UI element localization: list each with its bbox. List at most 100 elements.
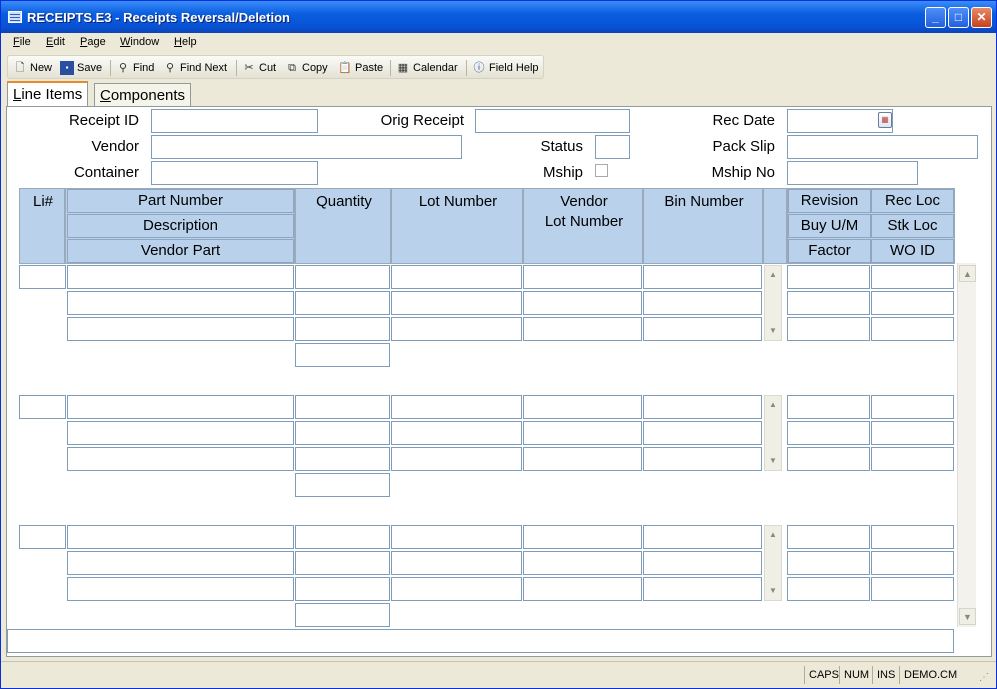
quantity-cell[interactable] xyxy=(295,473,390,497)
lot-number-cell[interactable] xyxy=(391,525,522,549)
quantity-cell[interactable] xyxy=(295,577,390,601)
loc-cell[interactable] xyxy=(871,421,954,445)
quantity-cell[interactable] xyxy=(295,395,390,419)
minimize-button[interactable]: _ xyxy=(925,7,946,28)
row-up-icon[interactable]: ▲ xyxy=(765,398,781,412)
revision-cell[interactable] xyxy=(787,551,870,575)
scroll-down-icon[interactable]: ▼ xyxy=(959,608,976,625)
row-scroller[interactable]: ▲ ▼ xyxy=(764,395,782,471)
loc-cell[interactable] xyxy=(871,317,954,341)
lot-number-cell[interactable] xyxy=(391,317,522,341)
field-help-button[interactable]: ⓘ Field Help xyxy=(472,59,539,76)
row-down-icon[interactable]: ▼ xyxy=(765,584,781,598)
tab-components[interactable]: Components xyxy=(94,83,192,108)
revision-cell[interactable] xyxy=(787,395,870,419)
calendar-button[interactable]: ▦ Calendar xyxy=(396,59,458,76)
lot-number-cell[interactable] xyxy=(391,265,522,289)
bin-number-cell[interactable] xyxy=(643,421,762,445)
vendor-lot-cell[interactable] xyxy=(523,395,642,419)
pack-slip-input[interactable] xyxy=(787,135,978,159)
menu-edit[interactable]: Edit xyxy=(46,36,65,48)
menu-help[interactable]: Help xyxy=(174,36,197,48)
revision-cell[interactable] xyxy=(787,525,870,549)
menu-page[interactable]: Page xyxy=(80,36,106,48)
maximize-button[interactable]: □ xyxy=(948,7,969,28)
vendor-lot-cell[interactable] xyxy=(523,551,642,575)
message-line-input[interactable] xyxy=(7,629,954,653)
loc-cell[interactable] xyxy=(871,447,954,471)
row-up-icon[interactable]: ▲ xyxy=(765,268,781,282)
revision-cell[interactable] xyxy=(787,447,870,471)
bin-number-cell[interactable] xyxy=(643,291,762,315)
copy-button[interactable]: ⧉ Copy xyxy=(285,59,328,76)
orig-receipt-input[interactable] xyxy=(475,109,630,133)
find-next-button[interactable]: ⚲ Find Next xyxy=(163,59,227,76)
bin-number-cell[interactable] xyxy=(643,265,762,289)
quantity-cell[interactable] xyxy=(295,421,390,445)
close-button[interactable]: ✕ xyxy=(971,7,992,28)
lot-number-cell[interactable] xyxy=(391,395,522,419)
loc-cell[interactable] xyxy=(871,395,954,419)
bin-number-cell[interactable] xyxy=(643,577,762,601)
revision-cell[interactable] xyxy=(787,577,870,601)
quantity-cell[interactable] xyxy=(295,525,390,549)
container-input[interactable] xyxy=(151,161,318,185)
revision-cell[interactable] xyxy=(787,291,870,315)
row-down-icon[interactable]: ▼ xyxy=(765,454,781,468)
part-cell[interactable] xyxy=(67,447,294,471)
part-cell[interactable] xyxy=(67,577,294,601)
lot-number-cell[interactable] xyxy=(391,551,522,575)
date-picker-icon[interactable]: ▦ xyxy=(878,112,892,128)
li-cell[interactable] xyxy=(19,265,66,289)
bin-number-cell[interactable] xyxy=(643,447,762,471)
part-cell[interactable] xyxy=(67,265,294,289)
quantity-cell[interactable] xyxy=(295,447,390,471)
lot-number-cell[interactable] xyxy=(391,421,522,445)
status-input[interactable] xyxy=(595,135,630,159)
save-button[interactable]: ▪ Save xyxy=(60,59,102,76)
li-cell[interactable] xyxy=(19,395,66,419)
row-scroller[interactable]: ▲ ▼ xyxy=(764,525,782,601)
find-button[interactable]: ⚲ Find xyxy=(116,59,154,76)
new-button[interactable]: 🗋 New xyxy=(13,59,52,76)
loc-cell[interactable] xyxy=(871,577,954,601)
row-down-icon[interactable]: ▼ xyxy=(765,324,781,338)
part-cell[interactable] xyxy=(67,525,294,549)
menu-window[interactable]: Window xyxy=(120,36,159,48)
vendor-lot-cell[interactable] xyxy=(523,291,642,315)
vendor-lot-cell[interactable] xyxy=(523,265,642,289)
lot-number-cell[interactable] xyxy=(391,447,522,471)
part-cell[interactable] xyxy=(67,421,294,445)
vendor-input[interactable] xyxy=(151,135,462,159)
part-cell[interactable] xyxy=(67,317,294,341)
vendor-lot-cell[interactable] xyxy=(523,525,642,549)
loc-cell[interactable] xyxy=(871,265,954,289)
mship-checkbox[interactable] xyxy=(595,164,608,177)
revision-cell[interactable] xyxy=(787,265,870,289)
lot-number-cell[interactable] xyxy=(391,291,522,315)
loc-cell[interactable] xyxy=(871,551,954,575)
paste-button[interactable]: 📋 Paste xyxy=(338,59,383,76)
bin-number-cell[interactable] xyxy=(643,525,762,549)
tab-line-items[interactable]: Line Items xyxy=(7,81,89,108)
menu-file[interactable]: File xyxy=(13,36,31,48)
quantity-cell[interactable] xyxy=(295,603,390,627)
mship-no-input[interactable] xyxy=(787,161,918,185)
vendor-lot-cell[interactable] xyxy=(523,447,642,471)
vendor-lot-cell[interactable] xyxy=(523,317,642,341)
part-cell[interactable] xyxy=(67,551,294,575)
vendor-lot-cell[interactable] xyxy=(523,577,642,601)
row-up-icon[interactable]: ▲ xyxy=(765,528,781,542)
revision-cell[interactable] xyxy=(787,421,870,445)
bin-number-cell[interactable] xyxy=(643,395,762,419)
quantity-cell[interactable] xyxy=(295,317,390,341)
loc-cell[interactable] xyxy=(871,291,954,315)
receipt-id-input[interactable] xyxy=(151,109,318,133)
part-cell[interactable] xyxy=(67,291,294,315)
revision-cell[interactable] xyxy=(787,317,870,341)
resize-grip-icon[interactable]: ⋰ xyxy=(979,672,989,683)
quantity-cell[interactable] xyxy=(295,343,390,367)
lot-number-cell[interactable] xyxy=(391,577,522,601)
bin-number-cell[interactable] xyxy=(643,317,762,341)
part-cell[interactable] xyxy=(67,395,294,419)
